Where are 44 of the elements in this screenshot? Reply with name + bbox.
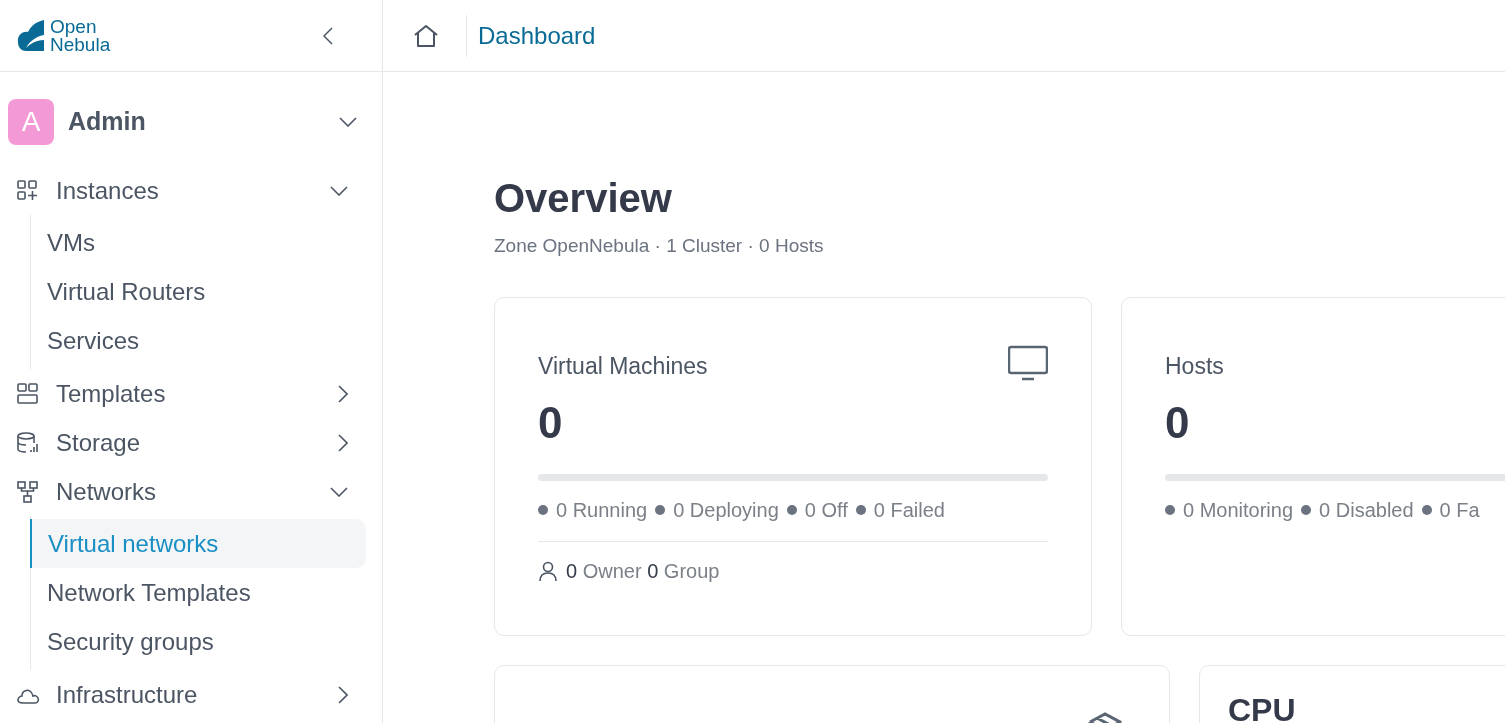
status-count: 0 Monitoring <box>1183 497 1294 523</box>
nav-item[interactable]: VMs <box>31 218 366 267</box>
ownership-summary: 0 Owner 0 Group <box>566 558 720 584</box>
nav-section[interactable]: Storage <box>16 418 366 467</box>
chevron-down-icon <box>330 486 348 497</box>
status-count: 0 Failed <box>873 497 945 523</box>
chevron-down-icon <box>339 117 357 127</box>
card-value: 0 <box>1165 396 1191 449</box>
chevron-down-icon <box>330 185 348 196</box>
page-title: Overview <box>494 175 673 222</box>
user-avatar: A <box>8 99 54 145</box>
home-icon <box>413 23 439 48</box>
chevron-left-icon <box>323 26 333 45</box>
status-count: 0 Disabled <box>1319 497 1414 523</box>
user-icon <box>538 560 558 581</box>
nav-item[interactable]: Security groups <box>31 617 366 666</box>
card-title: CPU <box>1228 690 1296 723</box>
nav-section[interactable]: Networks <box>16 467 366 516</box>
network-icon <box>16 479 40 504</box>
cloud-logo-icon <box>16 17 46 54</box>
user-name: Admin <box>68 106 146 138</box>
page-subtitle: Zone OpenNebula · 1 Cluster · 0 Hosts <box>494 234 825 258</box>
monitor-icon <box>1008 344 1048 381</box>
card-title: Hosts <box>1165 351 1224 381</box>
card-title: Virtual Machines <box>538 351 708 381</box>
status-count: 0 Running <box>556 497 648 523</box>
status-count: 0 Fa <box>1439 497 1480 523</box>
chevron-right-icon <box>338 384 348 403</box>
grid-icon <box>16 178 40 203</box>
chevron-right-icon <box>338 685 348 704</box>
card-value: 0 <box>538 396 564 449</box>
nav-item[interactable]: Virtual Routers <box>31 267 366 316</box>
chevron-right-icon <box>338 433 348 452</box>
nav-item[interactable]: Network Templates <box>31 568 366 617</box>
nav-section[interactable]: Infrastructure <box>16 670 366 719</box>
layout-icon <box>16 381 40 406</box>
status-count: 0 Deploying <box>673 497 779 523</box>
logo-text: Open <box>50 17 98 36</box>
status-count: 0 Off <box>804 497 848 523</box>
breadcrumb-link[interactable]: Dashboard <box>478 17 596 54</box>
nav-item[interactable]: Services <box>31 316 366 365</box>
nav-section[interactable]: Instances <box>16 166 366 215</box>
nav-section[interactable]: Templates <box>16 369 366 418</box>
database-icon <box>16 430 40 455</box>
